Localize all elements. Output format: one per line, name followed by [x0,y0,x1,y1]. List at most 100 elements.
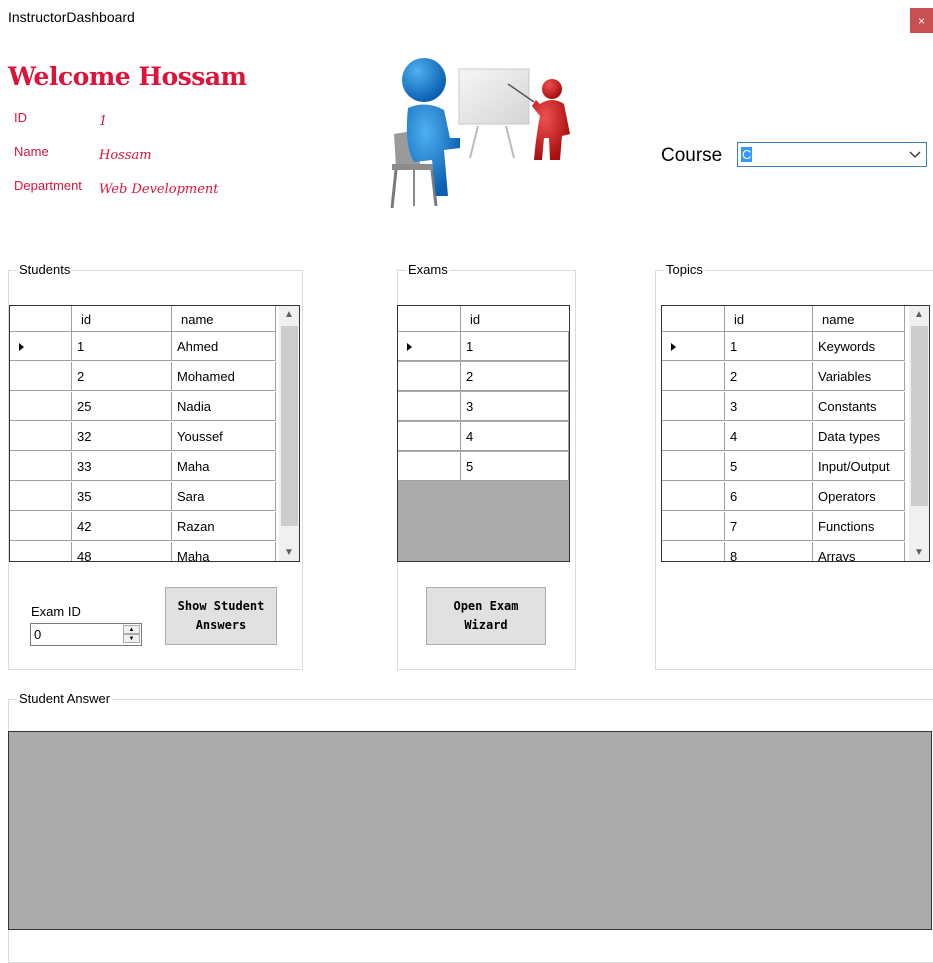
row-header[interactable] [662,452,725,481]
table-row[interactable]: 2 Variables [662,362,905,392]
table-row[interactable]: 3 Constants [662,392,905,422]
row-header[interactable] [10,542,72,561]
row-header[interactable] [662,512,725,541]
scroll-thumb[interactable] [281,326,298,526]
row-header[interactable] [10,512,72,541]
row-header[interactable] [662,392,725,421]
cell-id[interactable]: 32 [72,422,172,451]
table-row[interactable]: 6 Operators [662,482,905,512]
column-header-id[interactable]: id [72,306,172,332]
table-row[interactable]: 1 Keywords [662,332,905,362]
cell-name[interactable]: Input/Output [813,452,905,481]
table-row[interactable]: 5 Input/Output [662,452,905,482]
row-header[interactable] [662,482,725,511]
cell-id[interactable]: 2 [725,362,813,391]
exam-id-stepper[interactable]: 0 ▲ ▼ [30,623,142,646]
table-row[interactable]: 25 Nadia [10,392,276,422]
table-row[interactable]: 32 Youssef [10,422,276,452]
table-row[interactable]: 3 [398,392,569,422]
exams-grid[interactable]: id 12345 [397,305,570,562]
cell-id[interactable]: 1 [461,332,569,361]
scroll-up-icon[interactable]: ▲ [279,306,299,323]
cell-name[interactable]: Maha [172,542,276,561]
row-header[interactable] [398,362,461,391]
students-grid[interactable]: id name 1 Ahmed 2 Mohamed 25 Nadia 32 Youssef 33… [9,305,300,562]
cell-id[interactable]: 4 [725,422,813,451]
row-header[interactable] [10,452,72,481]
cell-name[interactable]: Operators [813,482,905,511]
cell-name[interactable]: Constants [813,392,905,421]
topics-scrollbar[interactable]: ▲ ▼ [909,306,929,561]
table-row[interactable]: 4 [398,422,569,452]
cell-id[interactable]: 33 [72,452,172,481]
table-row[interactable]: 33 Maha [10,452,276,482]
cell-name[interactable]: Maha [172,452,276,481]
stepper-up-icon[interactable]: ▲ [123,625,140,634]
row-header[interactable] [10,362,72,391]
topics-grid[interactable]: id name 1 Keywords 2 Variables 3 Constants 4 Da… [661,305,930,562]
cell-id[interactable]: 3 [461,392,569,421]
table-row[interactable]: 35 Sara [10,482,276,512]
table-row[interactable]: 1 Ahmed [10,332,276,362]
cell-id[interactable]: 5 [725,452,813,481]
column-header-id[interactable]: id [725,306,813,332]
row-header[interactable] [398,452,461,481]
row-header[interactable] [662,362,725,391]
table-row[interactable]: 4 Data types [662,422,905,452]
cell-id[interactable]: 3 [725,392,813,421]
cell-name[interactable]: Nadia [172,392,276,421]
row-header[interactable] [398,392,461,421]
cell-id[interactable]: 1 [72,332,172,361]
row-header[interactable] [398,422,461,451]
cell-id[interactable]: 5 [461,452,569,481]
cell-name[interactable]: Functions [813,512,905,541]
show-student-answers-button[interactable]: Show Student Answers [165,587,277,645]
row-header[interactable] [662,422,725,451]
course-select[interactable]: C [737,142,927,167]
row-header[interactable] [10,392,72,421]
scroll-down-icon[interactable]: ▼ [909,544,929,561]
row-header[interactable] [10,332,72,361]
cell-name[interactable]: Variables [813,362,905,391]
cell-id[interactable]: 7 [725,512,813,541]
cell-id[interactable]: 8 [725,542,813,561]
cell-id[interactable]: 1 [725,332,813,361]
cell-id[interactable]: 2 [72,362,172,391]
row-header[interactable] [662,332,725,361]
table-row[interactable]: 5 [398,452,569,482]
column-header-id[interactable]: id [461,306,569,332]
table-row[interactable]: 8 Arrays [662,542,905,561]
exam-id-value[interactable]: 0 [34,627,41,642]
row-header[interactable] [10,422,72,451]
stepper-down-icon[interactable]: ▼ [123,634,140,643]
cell-id[interactable]: 2 [461,362,569,391]
cell-name[interactable]: Razan [172,512,276,541]
close-button[interactable]: × [910,8,933,33]
cell-id[interactable]: 6 [725,482,813,511]
students-scrollbar[interactable]: ▲ ▼ [279,306,299,561]
cell-id[interactable]: 48 [72,542,172,561]
scroll-up-icon[interactable]: ▲ [909,306,929,323]
row-header[interactable] [398,332,461,361]
row-header[interactable] [662,542,725,561]
scroll-down-icon[interactable]: ▼ [279,544,299,561]
scroll-thumb[interactable] [911,326,928,506]
table-row[interactable]: 7 Functions [662,512,905,542]
table-row[interactable]: 2 [398,362,569,392]
cell-id[interactable]: 35 [72,482,172,511]
cell-name[interactable]: Arrays [813,542,905,561]
table-row[interactable]: 42 Razan [10,512,276,542]
cell-id[interactable]: 25 [72,392,172,421]
cell-name[interactable]: Keywords [813,332,905,361]
cell-id[interactable]: 4 [461,422,569,451]
cell-name[interactable]: Data types [813,422,905,451]
open-exam-wizard-button[interactable]: Open Exam Wizard [426,587,546,645]
cell-id[interactable]: 42 [72,512,172,541]
row-header[interactable] [10,482,72,511]
student-answer-grid[interactable] [8,731,932,930]
column-header-name[interactable]: name [172,306,276,332]
table-row[interactable]: 2 Mohamed [10,362,276,392]
table-row[interactable]: 1 [398,332,569,362]
cell-name[interactable]: Ahmed [172,332,276,361]
table-row[interactable]: 48 Maha [10,542,276,561]
